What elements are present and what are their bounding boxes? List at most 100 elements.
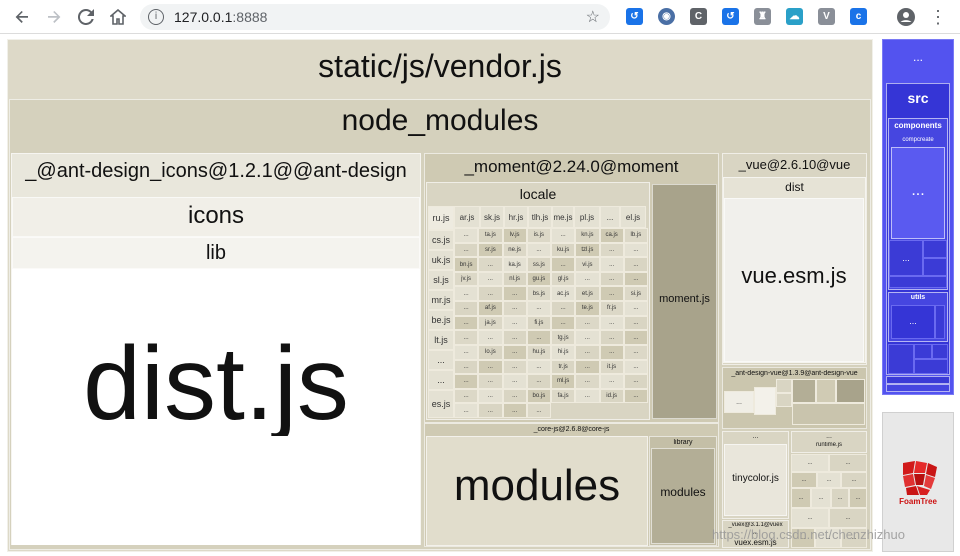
locale-file[interactable]: ... bbox=[478, 330, 503, 345]
locale-file[interactable]: ta.js bbox=[478, 228, 503, 243]
misc-file[interactable]: ... bbox=[791, 454, 829, 472]
misc-file[interactable]: ... bbox=[811, 488, 831, 508]
extension-icon-4[interactable]: ↺ bbox=[722, 8, 739, 25]
locale-file[interactable]: ... bbox=[551, 228, 576, 243]
locale-file[interactable]: is.js bbox=[526, 228, 551, 243]
icons-group[interactable]: icons bbox=[12, 197, 420, 237]
locale-file[interactable]: ... bbox=[454, 374, 479, 389]
src-misc-file-4[interactable] bbox=[914, 359, 948, 374]
locale-file[interactable]: bn.js bbox=[454, 257, 479, 272]
locale-file[interactable]: ja.js bbox=[478, 315, 503, 331]
locale-file[interactable]: ... bbox=[454, 359, 479, 375]
locale-file[interactable]: ... bbox=[454, 315, 479, 331]
misc-file[interactable]: ... bbox=[791, 472, 817, 488]
locale-file[interactable]: ... bbox=[454, 344, 479, 360]
misc-file[interactable]: ... bbox=[829, 454, 867, 472]
locale-file[interactable]: ... bbox=[428, 370, 454, 390]
info-icon[interactable]: i bbox=[148, 9, 164, 25]
locale-file[interactable]: ... bbox=[478, 403, 503, 418]
locale-file[interactable]: ... bbox=[623, 271, 648, 287]
locale-file[interactable]: ... bbox=[599, 330, 624, 345]
locale-file[interactable]: hu.js bbox=[526, 344, 551, 360]
src-misc-file-2[interactable] bbox=[914, 344, 932, 359]
locale-file[interactable]: ... bbox=[623, 359, 648, 375]
locale-file[interactable]: ... bbox=[623, 374, 648, 389]
locale-file[interactable]: id.js bbox=[599, 388, 624, 404]
locale-file[interactable]: ... bbox=[575, 374, 600, 389]
locale-file[interactable]: ... bbox=[454, 242, 479, 258]
locale-file[interactable]: nl.js bbox=[502, 271, 527, 287]
locale-file[interactable]: ... bbox=[478, 388, 503, 404]
locale-file[interactable]: fa.js bbox=[551, 388, 576, 404]
locale-file[interactable]: ... bbox=[575, 359, 600, 375]
locale-file[interactable]: te.js bbox=[575, 301, 600, 316]
utils-file-1[interactable]: ... bbox=[891, 305, 935, 339]
locale-file[interactable]: vi.js bbox=[575, 257, 600, 272]
dist-js-file[interactable]: dist.js bbox=[12, 269, 420, 545]
extension-icon-2[interactable]: ◉ bbox=[658, 8, 675, 25]
locale-file[interactable]: lb.js bbox=[623, 228, 648, 243]
locale-file[interactable]: et.js bbox=[575, 286, 600, 302]
locale-file[interactable]: ... bbox=[575, 388, 600, 404]
locale-file[interactable]: ... bbox=[551, 315, 576, 331]
locale-file[interactable]: sr.js bbox=[478, 242, 503, 258]
lib-group[interactable]: lib bbox=[12, 237, 420, 269]
misc-file[interactable]: ... bbox=[831, 488, 849, 508]
component-file-2[interactable] bbox=[923, 240, 947, 258]
locale-file[interactable]: tlh.js bbox=[528, 206, 552, 228]
locale-file[interactable]: ... bbox=[502, 403, 527, 418]
locale-file[interactable]: jv.js bbox=[454, 271, 479, 287]
locale-file[interactable]: es.js bbox=[428, 390, 454, 418]
reload-icon[interactable] bbox=[74, 5, 98, 29]
misc-file[interactable]: ... bbox=[791, 508, 829, 528]
locale-file[interactable]: it.js bbox=[599, 359, 624, 375]
locale-file[interactable]: hi.js bbox=[551, 344, 576, 360]
extension-icon-6[interactable]: ☁ bbox=[786, 8, 803, 25]
locale-file[interactable]: ... bbox=[599, 242, 624, 258]
bookmark-star-icon[interactable]: ☆ bbox=[586, 7, 600, 27]
locale-file[interactable]: ... bbox=[502, 286, 527, 302]
locale-file[interactable]: tzl.js bbox=[575, 242, 600, 258]
locale-file[interactable]: ... bbox=[502, 315, 527, 331]
library-modules[interactable]: modules bbox=[651, 448, 715, 544]
locale-file[interactable]: ... bbox=[502, 301, 527, 316]
locale-file[interactable]: af.js bbox=[478, 301, 503, 316]
locale-file[interactable]: ka.js bbox=[502, 257, 527, 272]
locale-file[interactable]: ... bbox=[428, 350, 454, 370]
locale-file[interactable]: ... bbox=[526, 242, 551, 258]
misc-file[interactable]: ... bbox=[829, 508, 867, 528]
locale-file[interactable]: ... bbox=[599, 271, 624, 287]
locale-file[interactable]: ... bbox=[623, 301, 648, 316]
locale-file[interactable]: ss.js bbox=[526, 257, 551, 272]
locale-file[interactable]: ... bbox=[623, 330, 648, 345]
locale-file[interactable]: ... bbox=[454, 388, 479, 404]
moment-js-file[interactable]: moment.js bbox=[652, 184, 717, 419]
locale-file[interactable]: ku.js bbox=[551, 242, 576, 258]
compcreate-file[interactable]: ... bbox=[891, 147, 945, 239]
locale-file[interactable]: ... bbox=[599, 286, 624, 302]
locale-file[interactable]: ... bbox=[454, 228, 479, 243]
locale-file[interactable]: fr.js bbox=[599, 301, 624, 316]
home-icon[interactable] bbox=[106, 5, 130, 29]
locale-file[interactable]: ... bbox=[623, 344, 648, 360]
locale-file[interactable]: ... bbox=[575, 330, 600, 345]
back-icon[interactable] bbox=[10, 5, 34, 29]
antd-file-6[interactable] bbox=[816, 379, 836, 403]
locale-file[interactable]: ... bbox=[478, 257, 503, 272]
locale-file[interactable]: hr.js bbox=[504, 206, 528, 228]
profile-avatar-icon[interactable] bbox=[894, 5, 918, 29]
locale-file[interactable]: ar.js bbox=[454, 206, 480, 228]
antd-file-3[interactable] bbox=[776, 379, 792, 393]
misc-file[interactable]: ... bbox=[817, 472, 841, 488]
locale-file[interactable]: kn.js bbox=[575, 228, 600, 243]
locale-file[interactable]: ca.js bbox=[599, 228, 624, 243]
src-small-1[interactable] bbox=[886, 376, 950, 384]
locale-file[interactable]: ... bbox=[478, 286, 503, 302]
locale-file[interactable]: ... bbox=[600, 206, 620, 228]
locale-file[interactable]: ... bbox=[551, 257, 576, 272]
locale-file[interactable]: si.js bbox=[623, 286, 648, 302]
antd-file-4[interactable] bbox=[776, 393, 792, 407]
locale-file[interactable]: ... bbox=[599, 374, 624, 389]
locale-file[interactable]: gl.js bbox=[551, 271, 576, 287]
locale-file[interactable]: ... bbox=[502, 374, 527, 389]
